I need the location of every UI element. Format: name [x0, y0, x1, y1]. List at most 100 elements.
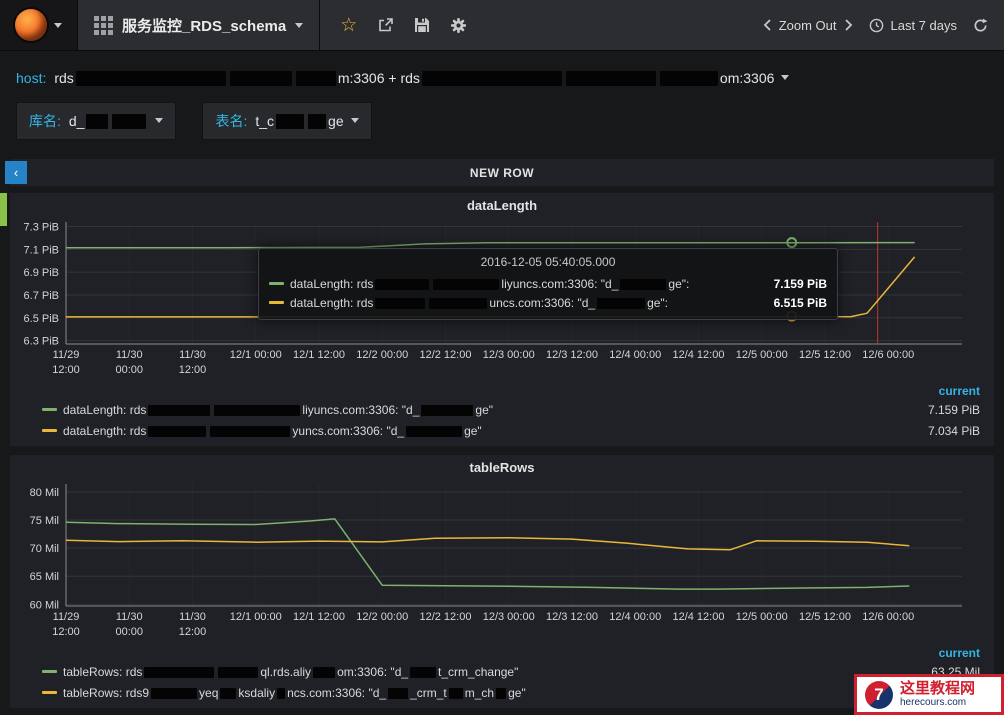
- star-button[interactable]: ☆: [340, 16, 357, 35]
- watermark-domain: herecours.com: [900, 697, 967, 709]
- legend-series-name: dataLength: rds yuncs.com:3306: "d_ ge": [63, 424, 482, 438]
- redacted-text: [659, 71, 718, 87]
- tooltip-rows: dataLength: rds liyuncs.com:3306: "d_ ge":…: [269, 274, 827, 312]
- series-color-dash: [269, 282, 284, 285]
- host-variable: host: rds m:3306 + rds om:3306: [16, 63, 988, 93]
- legend-item[interactable]: dataLength: rds yuncs.com:3306: "d_ ge" 7.0…: [42, 420, 984, 441]
- text-fragment: ge": [508, 685, 526, 700]
- y-tick-label: 6.3 PiB: [24, 336, 59, 348]
- text-fragment: _crm_t: [410, 685, 447, 700]
- text-fragment: ge":: [647, 295, 669, 310]
- text-fragment: d_: [68, 112, 85, 129]
- tooltip-timestamp: 2016-12-05 05:40:05.000: [480, 255, 616, 269]
- y-tick-label: 60 Mil: [30, 599, 59, 611]
- redacted-text: [86, 114, 109, 130]
- db-variable-text: d_: [69, 113, 149, 130]
- table-variable-dropdown[interactable]: 表名: t_c ge: [202, 102, 372, 140]
- gear-icon: [451, 17, 467, 33]
- legend-current-value: 7.159 PiB: [927, 402, 980, 417]
- zoom-right-button[interactable]: [844, 18, 853, 32]
- redacted-text: [620, 278, 667, 290]
- y-tick-label: 70 Mil: [30, 543, 59, 555]
- redacted-text: [75, 71, 226, 87]
- settings-button[interactable]: [450, 17, 467, 34]
- redacted-text: [597, 297, 646, 309]
- legend-datalength: current dataLength: rds liyuncs.com:3306: …: [16, 383, 988, 441]
- host-variable-value[interactable]: rds m:3306 + rds om:3306: [54, 70, 790, 87]
- text-fragment: ge":: [668, 276, 690, 291]
- redacted-text: [148, 404, 211, 416]
- navbar-time-controls: Zoom Out Last 7 days: [763, 0, 1004, 50]
- save-button[interactable]: [414, 17, 430, 33]
- chart-canvas-tablerows[interactable]: 80 Mil 75 Mil 70 Mil 65 Mil 60 Mil11/29 12:00…: [16, 478, 992, 640]
- text-fragment: t_c: [255, 112, 275, 129]
- share-button[interactable]: [377, 17, 394, 34]
- legend-item[interactable]: dataLength: rds liyuncs.com:3306: "d_ ge" 7…: [42, 399, 984, 420]
- redacted-text: [375, 278, 430, 290]
- panel-title[interactable]: tableRows: [16, 458, 988, 478]
- x-tick-label: 12/1 12:00: [293, 611, 345, 623]
- x-tick-label: 12/1 12:00: [293, 349, 345, 361]
- x-tick-label: 12:00: [52, 364, 80, 376]
- zoom-out-button[interactable]: Zoom Out: [779, 18, 837, 33]
- row-collapse-button[interactable]: ‹: [5, 161, 27, 184]
- text-fragment: tableRows: rds: [63, 664, 143, 679]
- text-fragment: ge": [475, 402, 494, 417]
- redacted-text: [218, 666, 259, 678]
- panel-datalength: dataLength 7.3 PiB 7.1 PiB 6.9 PiB 6.7 PiB 6…: [10, 193, 994, 446]
- text-fragment: ksdaliy: [238, 685, 276, 700]
- graph-tooltip: 2016-12-05 05:40:05.000 dataLength: rds l…: [258, 248, 838, 320]
- series-color-dash: [269, 301, 284, 304]
- x-tick-label: 11/30: [116, 349, 143, 361]
- table-caret-icon: [350, 118, 359, 124]
- redacted-text: [112, 114, 147, 130]
- x-tick-label: 12/3 00:00: [483, 611, 535, 623]
- panel-title[interactable]: dataLength: [16, 196, 988, 216]
- legend-item[interactable]: tableRows: rds ql.rds.aliy om:3306: "d_ t_c…: [42, 661, 984, 682]
- redacted-text: [229, 71, 292, 87]
- x-tick-label: 12/4 12:00: [672, 611, 724, 623]
- row-title: NEW ROW: [469, 165, 535, 180]
- tooltip-series-value: 6.515 PiB: [773, 295, 827, 310]
- x-tick-label: 12/5 12:00: [799, 611, 851, 623]
- chevron-right-icon: [844, 19, 852, 31]
- grafana-logo-menu[interactable]: [0, 0, 78, 50]
- share-icon: [379, 17, 394, 31]
- x-tick-label: 12/6 00:00: [862, 611, 914, 623]
- x-tick-label: 11/30: [179, 349, 206, 361]
- redacted-text: [388, 687, 409, 699]
- redacted-text: [277, 687, 286, 699]
- variable-row-2: 库名: d_ 表名: t_c ge: [16, 101, 988, 141]
- x-tick-label: 12/2 12:00: [419, 349, 471, 361]
- text-fragment: ge": [464, 423, 482, 438]
- x-tick-label: 00:00: [115, 364, 143, 376]
- x-tick-label: 12/1 00:00: [230, 349, 282, 361]
- row-header: ‹ NEW ROW: [5, 159, 994, 186]
- navbar-actions: ☆: [320, 0, 487, 50]
- panel-tablerows: tableRows 80 Mil 75 Mil 70 Mil 65 Mil 60 Mil…: [10, 455, 994, 708]
- tooltip-series-value: 7.159 PiB: [773, 276, 827, 291]
- redacted-text: [210, 425, 291, 437]
- redacted-text: [421, 71, 562, 87]
- time-range-picker[interactable]: Last 7 days: [869, 18, 957, 33]
- dashboard-selector[interactable]: 服务监控_RDS_schema: [78, 0, 321, 50]
- zoom-left-button[interactable]: [763, 18, 772, 32]
- redacted-text: [406, 425, 463, 437]
- redacted-text: [151, 687, 198, 699]
- db-variable-dropdown[interactable]: 库名: d_: [16, 102, 177, 140]
- table-variable-label: 表名:: [215, 113, 248, 129]
- y-tick-label: 6.5 PiB: [24, 313, 59, 325]
- watermark-logo: 7: [865, 680, 893, 709]
- tooltip-row: dataLength: rds uncs.com:3306: "d_ ge": 6.5…: [269, 293, 827, 312]
- db-variable-value: d_: [69, 113, 164, 130]
- x-tick-label: 12/3 12:00: [546, 349, 598, 361]
- x-tick-label: 12/3 12:00: [546, 611, 598, 623]
- redacted-text: [448, 687, 463, 699]
- row-hover-tab[interactable]: [0, 193, 7, 226]
- legend-current-header: current: [938, 646, 980, 660]
- legend-series-name: tableRows: rds ql.rds.aliy om:3306: "d_ t_c…: [63, 665, 518, 679]
- legend-item[interactable]: tableRows: rds9 yeq ksdaliy ncs.com:3306: "…: [42, 682, 984, 703]
- refresh-button[interactable]: [973, 18, 988, 33]
- x-tick-label: 11/30: [179, 611, 206, 623]
- table-variable-value: t_c ge: [255, 112, 359, 130]
